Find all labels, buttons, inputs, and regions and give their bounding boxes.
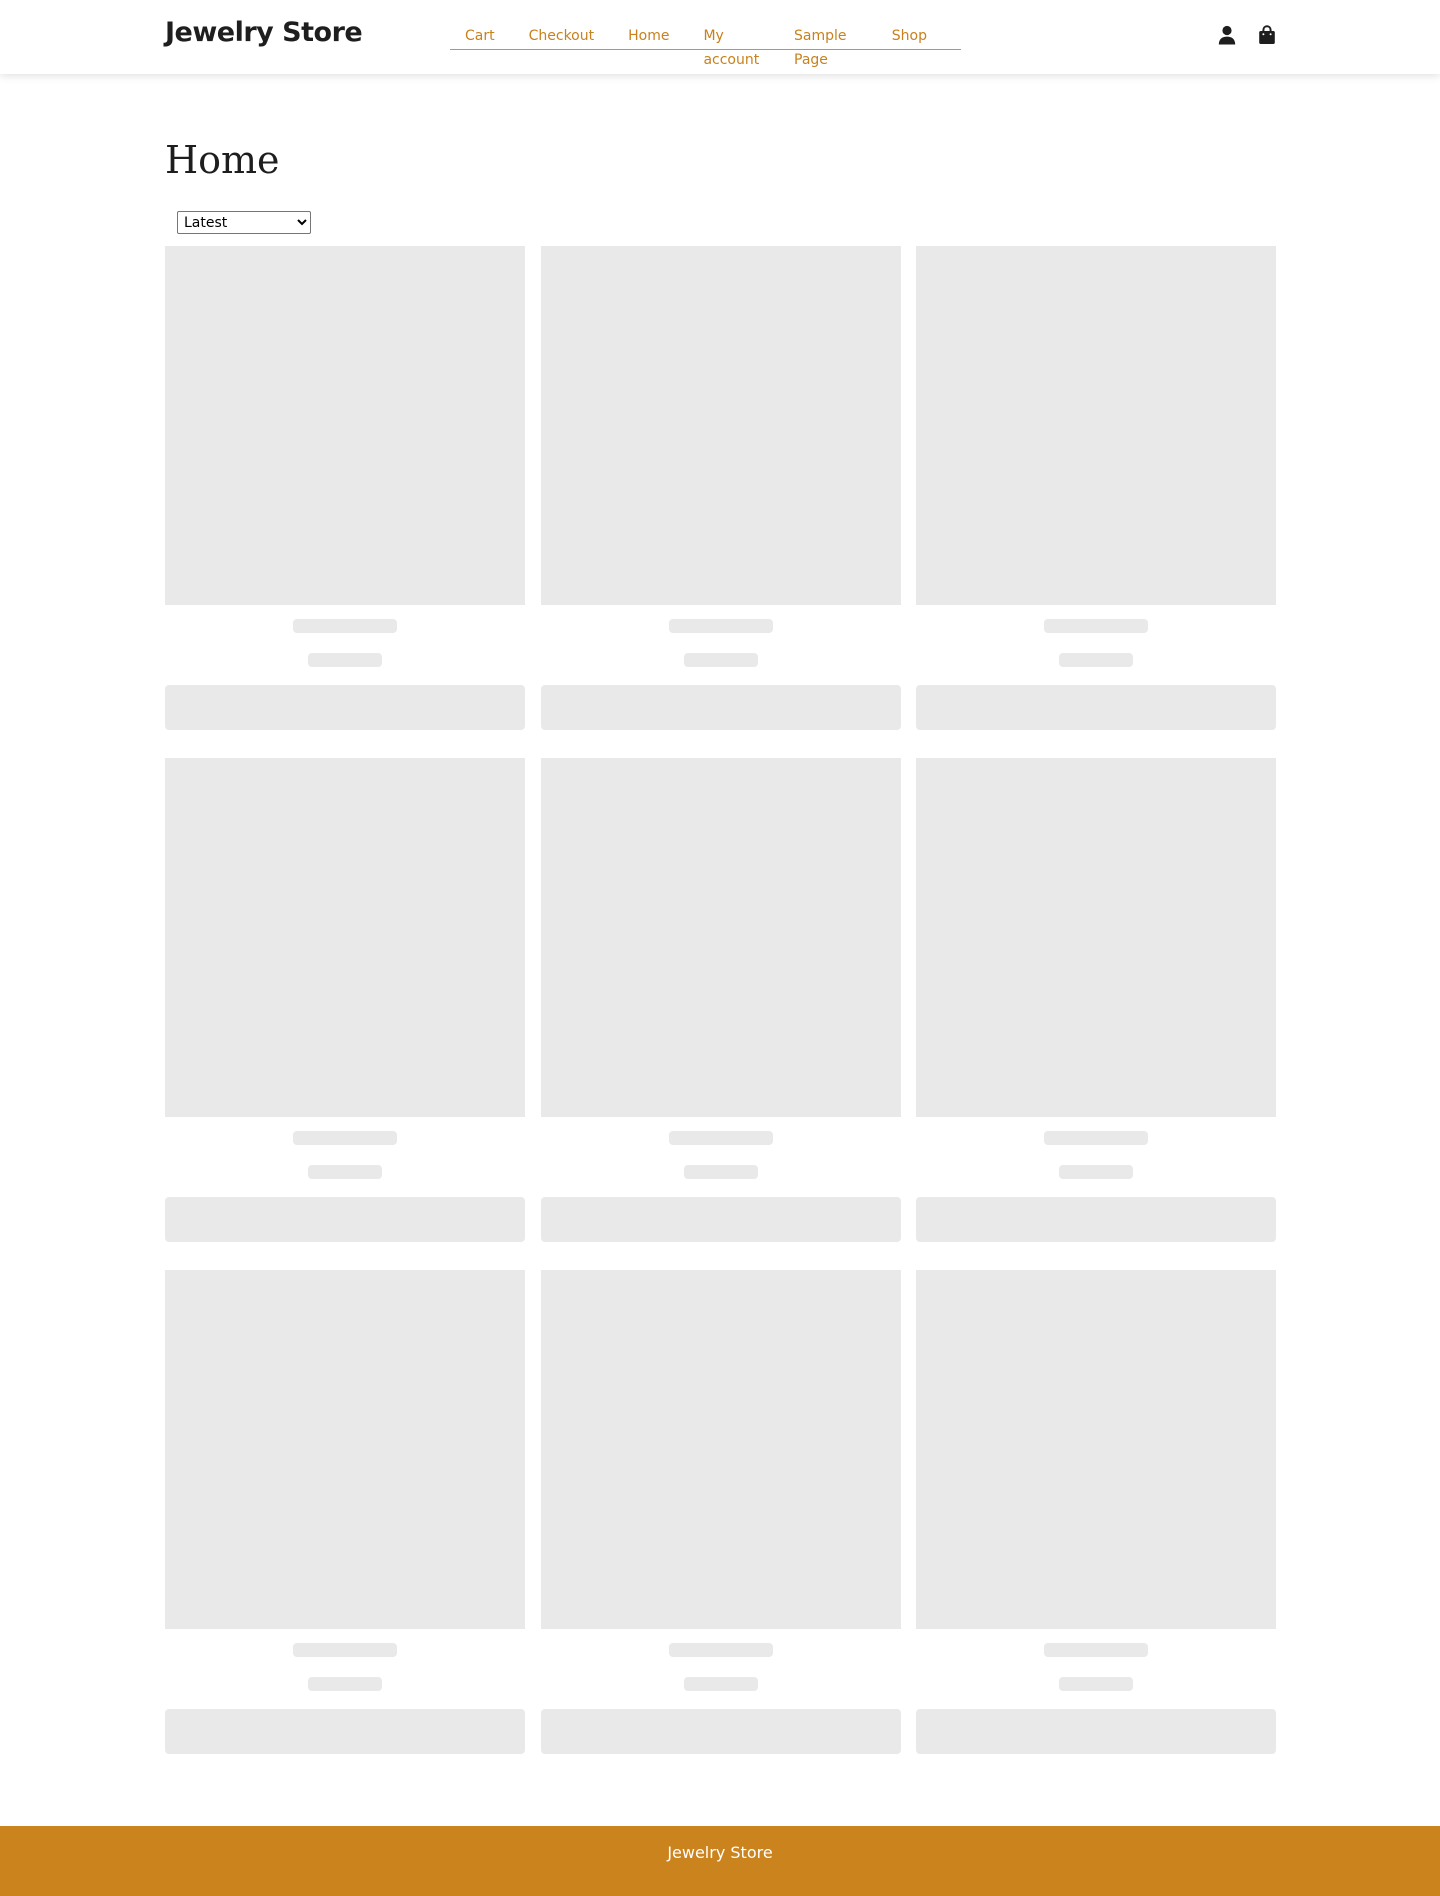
product-title-placeholder — [1044, 1643, 1148, 1657]
add-to-cart-button-placeholder[interactable] — [165, 1709, 525, 1754]
product-card-placeholder — [540, 758, 901, 1242]
add-to-cart-button-placeholder[interactable] — [916, 1197, 1276, 1242]
product-title-placeholder — [293, 1131, 397, 1145]
product-price-placeholder — [1059, 1165, 1133, 1179]
product-image-placeholder — [540, 246, 901, 605]
product-image-placeholder — [916, 246, 1276, 605]
product-price-placeholder — [683, 653, 758, 667]
product-card-placeholder — [916, 758, 1276, 1242]
product-card-placeholder — [165, 1270, 525, 1754]
product-image-placeholder — [165, 758, 525, 1117]
product-grid — [165, 246, 1276, 1754]
nav-item-my-account[interactable]: My account — [703, 24, 760, 68]
site-title[interactable]: Jewelry Store — [165, 17, 363, 48]
nav-item-home[interactable]: Home — [628, 24, 669, 49]
product-price-placeholder — [1059, 653, 1133, 667]
page-title: Home — [165, 138, 280, 182]
product-image-placeholder — [165, 246, 525, 605]
product-price-placeholder — [1059, 1677, 1133, 1691]
product-image-placeholder — [165, 1270, 525, 1629]
shopping-bag-icon-graphic — [1259, 25, 1275, 44]
add-to-cart-button-placeholder[interactable] — [540, 1709, 901, 1754]
add-to-cart-button-placeholder[interactable] — [916, 1709, 1276, 1754]
product-price-placeholder — [308, 1165, 382, 1179]
nav-item-shop[interactable]: Shop — [892, 24, 927, 49]
user-icon[interactable] — [1216, 24, 1238, 46]
nav-item-cart[interactable]: Cart — [465, 24, 495, 49]
product-price-placeholder — [683, 1677, 758, 1691]
add-to-cart-button-placeholder[interactable] — [916, 685, 1276, 730]
sort-select[interactable]: Latest — [177, 211, 311, 234]
product-price-placeholder — [683, 1165, 758, 1179]
site-footer: Jewelry Store — [0, 1826, 1440, 1896]
product-image-placeholder — [540, 1270, 901, 1629]
product-card-placeholder — [540, 1270, 901, 1754]
product-card-placeholder — [916, 1270, 1276, 1754]
footer-site-title[interactable]: Jewelry Store — [667, 1843, 772, 1862]
product-price-placeholder — [308, 1677, 382, 1691]
primary-navigation: Cart Checkout Home My account Sample Pag… — [450, 24, 961, 68]
product-card-placeholder — [916, 246, 1276, 730]
product-card-placeholder — [165, 246, 525, 730]
product-title-placeholder — [1044, 619, 1148, 633]
user-icon-graphic — [1218, 25, 1236, 45]
product-card-placeholder — [540, 246, 901, 730]
product-title-placeholder — [293, 1643, 397, 1657]
add-to-cart-button-placeholder[interactable] — [165, 1197, 525, 1242]
product-image-placeholder — [540, 758, 901, 1117]
product-title-placeholder — [1044, 1131, 1148, 1145]
product-title-placeholder — [293, 619, 397, 633]
nav-item-checkout[interactable]: Checkout — [529, 24, 595, 49]
site-header: Jewelry Store Cart Checkout Home My acco… — [0, 0, 1440, 74]
shopping-bag-icon[interactable] — [1256, 24, 1278, 46]
add-to-cart-button-placeholder[interactable] — [540, 685, 901, 730]
product-card-placeholder — [165, 758, 525, 1242]
nav-item-sample-page[interactable]: Sample Page — [794, 24, 858, 68]
product-image-placeholder — [916, 1270, 1276, 1629]
product-title-placeholder — [668, 1643, 773, 1657]
add-to-cart-button-placeholder[interactable] — [165, 685, 525, 730]
add-to-cart-button-placeholder[interactable] — [540, 1197, 901, 1242]
product-image-placeholder — [916, 758, 1276, 1117]
product-price-placeholder — [308, 653, 382, 667]
product-title-placeholder — [668, 619, 773, 633]
product-title-placeholder — [668, 1131, 773, 1145]
